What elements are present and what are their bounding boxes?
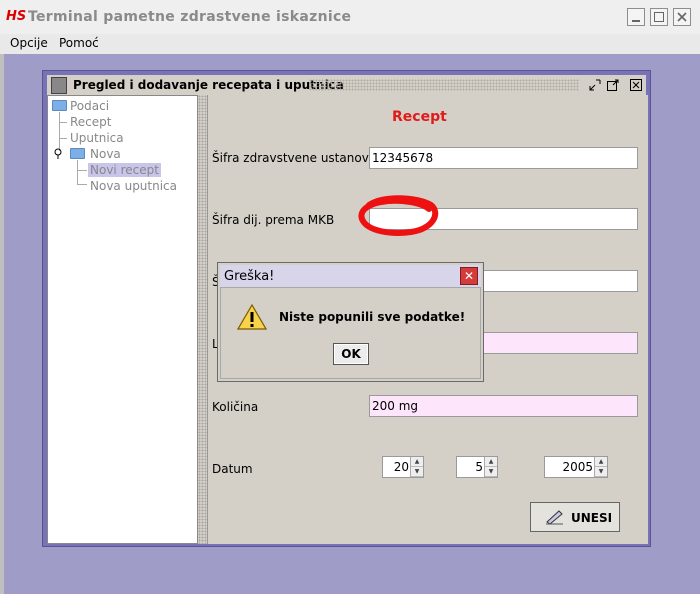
year-spinner-arrows[interactable]: ▲ ▼ <box>594 457 607 477</box>
window-title: Terminal pametne zdrastvene iskaznice <box>28 9 352 25</box>
month-value: 5 <box>475 460 483 474</box>
spin-up-icon[interactable]: ▲ <box>595 457 607 467</box>
tree-root-podaci[interactable]: Podaci <box>70 99 109 113</box>
unesi-button[interactable]: UNESI <box>530 502 620 532</box>
pencil-icon <box>546 510 563 525</box>
kolicina-input[interactable]: 200 mg <box>369 395 638 417</box>
dialog-close-button[interactable]: ✕ <box>460 267 478 285</box>
dialog-title-bar[interactable]: Greška! ✕ <box>220 265 481 287</box>
dialog-body: Niste popunili sve podatke! OK <box>220 287 481 379</box>
folder-icon <box>52 100 67 111</box>
tree-item-recept[interactable]: Recept <box>70 115 111 129</box>
dialog-message: Niste popunili sve podatke! <box>279 310 466 324</box>
close-button[interactable] <box>673 8 691 26</box>
year-spinner[interactable]: 2005 ▲ ▼ <box>544 456 608 478</box>
field-label-sifra-ustanove: Šifra zdravstvene ustanove <box>212 151 377 165</box>
tree-connector <box>59 122 67 123</box>
red-annotation-scribble <box>358 195 439 236</box>
title-bar: HS Terminal pametne zdrastvene iskaznice <box>0 0 700 35</box>
ok-button[interactable]: OK <box>333 343 369 365</box>
tree-connector <box>77 184 87 185</box>
tree-item-uputnica[interactable]: Uputnica <box>70 131 124 145</box>
tree-connector <box>59 112 60 151</box>
day-value: 20 <box>393 460 409 474</box>
close-icon: ✕ <box>463 269 475 283</box>
maximize-frame-button[interactable] <box>606 78 620 92</box>
expand-handle-icon[interactable] <box>54 148 64 160</box>
maximize-frame-icon <box>607 79 619 91</box>
iconify-icon <box>589 79 601 91</box>
internal-frame-title-bar[interactable]: Pregled i dodavanje recepata i uputnica <box>47 75 646 95</box>
trash-can-icon <box>51 77 67 94</box>
internal-frame-title: Pregled i dodavanje recepata i uputnica <box>73 78 344 92</box>
split-pane-divider[interactable] <box>198 95 207 544</box>
tree-connector <box>77 170 87 171</box>
tree-item-nova[interactable]: Nova <box>90 147 121 161</box>
folder-open-icon <box>70 148 85 159</box>
tree-connector <box>77 160 78 184</box>
minimize-button[interactable] <box>627 8 645 26</box>
menu-pomoc[interactable]: Pomoć <box>59 36 99 50</box>
sifra-ustanove-input[interactable]: 12345678 <box>369 147 638 169</box>
close-icon <box>677 12 687 22</box>
spin-down-icon[interactable]: ▼ <box>595 467 607 477</box>
year-value: 2005 <box>562 460 593 474</box>
menu-opcije[interactable]: Opcije <box>10 36 48 50</box>
application-window: HS Terminal pametne zdrastvene iskaznice… <box>0 0 700 594</box>
iconify-button[interactable] <box>588 78 602 92</box>
warning-icon <box>237 304 267 330</box>
form-heading: Recept <box>392 109 447 125</box>
error-dialog: Greška! ✕ Niste popunili sve podatke! OK <box>217 262 484 382</box>
field-label-sifra-mkb: Šifra dij. prema MKB <box>212 213 335 227</box>
field-label-datum: Datum <box>212 462 253 476</box>
day-spinner-arrows[interactable]: ▲ ▼ <box>410 457 423 477</box>
tree-item-novi-recept[interactable]: Novi recept <box>88 163 161 177</box>
navigation-tree: Podaci Recept Uputnica Nova Novi recept … <box>47 95 198 544</box>
close-frame-icon <box>630 79 642 91</box>
menu-bar: Opcije Pomoć <box>0 34 700 54</box>
close-frame-button[interactable] <box>629 78 643 92</box>
maximize-button[interactable] <box>650 8 668 26</box>
spin-up-icon[interactable]: ▲ <box>411 457 423 467</box>
tree-connector <box>59 138 67 139</box>
unesi-label: UNESI <box>571 511 613 525</box>
field-label-kolicina: Količina <box>212 400 259 414</box>
tree-item-nova-uputnica[interactable]: Nova uputnica <box>90 179 177 193</box>
title-bar-grip <box>309 79 579 91</box>
spin-down-icon[interactable]: ▼ <box>411 467 423 477</box>
dialog-title: Greška! <box>224 269 275 284</box>
spin-up-icon[interactable]: ▲ <box>485 457 497 467</box>
spin-down-icon[interactable]: ▼ <box>485 467 497 477</box>
month-spinner-arrows[interactable]: ▲ ▼ <box>484 457 497 477</box>
month-spinner[interactable]: 5 ▲ ▼ <box>456 456 498 478</box>
app-logo-icon: HS <box>6 9 27 24</box>
day-spinner[interactable]: 20 ▲ ▼ <box>382 456 424 478</box>
